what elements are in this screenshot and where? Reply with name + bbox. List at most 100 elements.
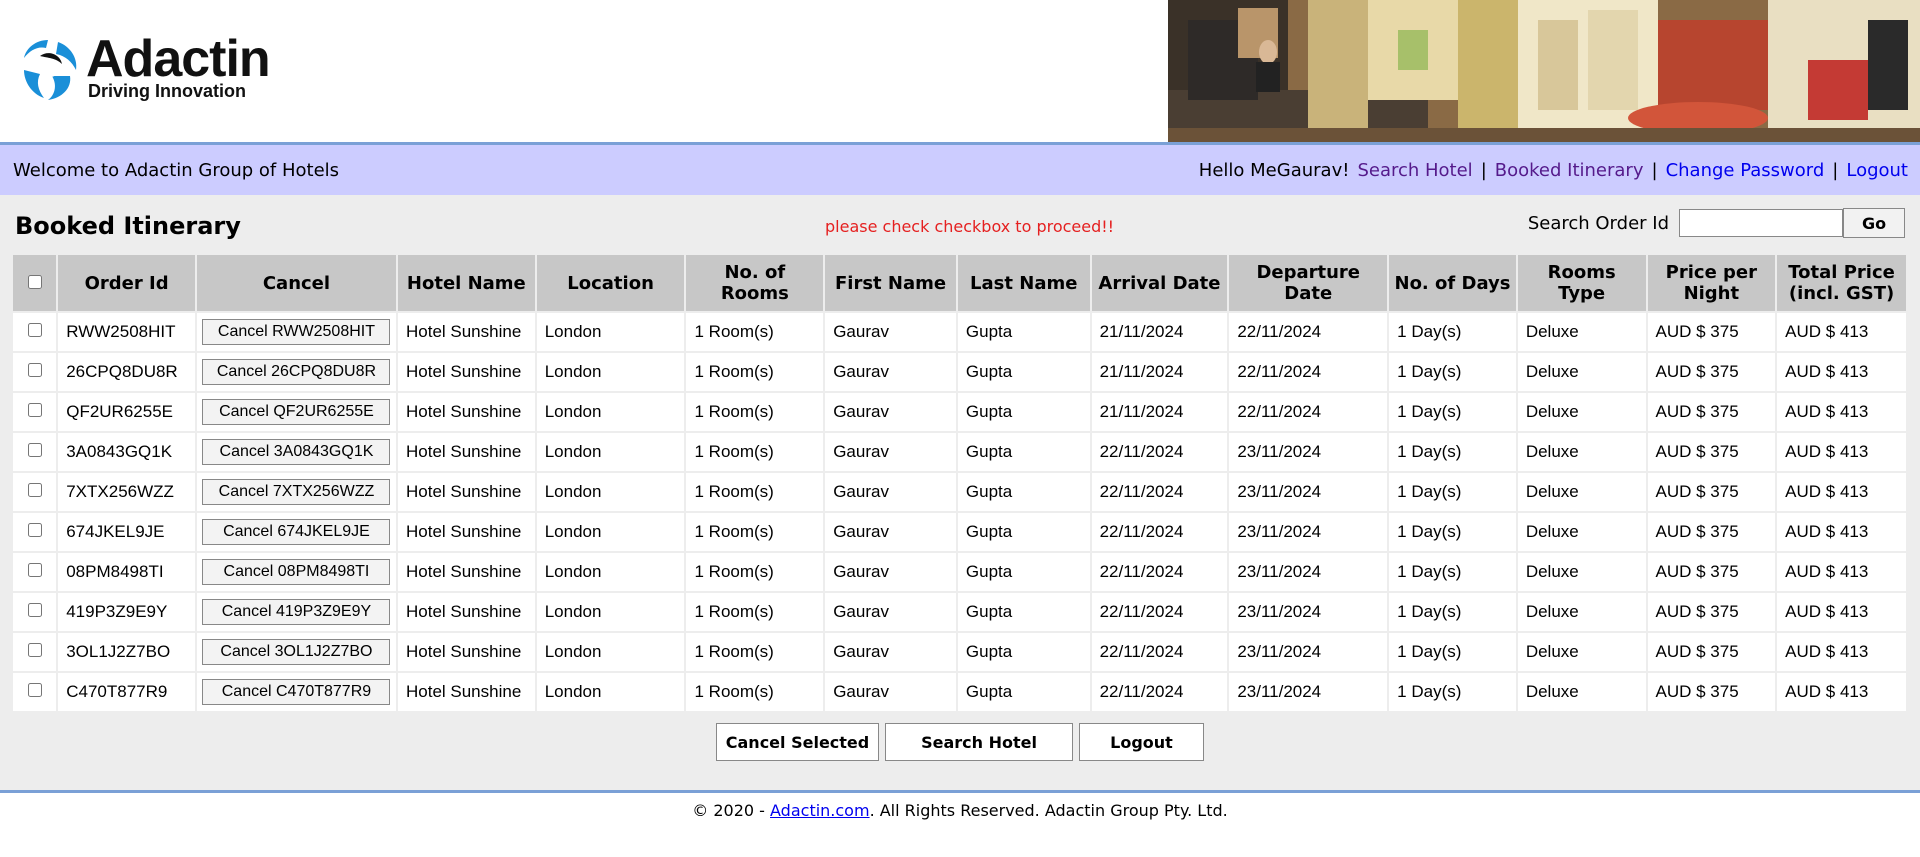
first-name-cell: Gaurav — [823, 311, 957, 352]
cancel-order-button[interactable]: Cancel C470T877R9 — [202, 679, 391, 705]
table-row: QF2UR6255E Cancel QF2UR6255E Hotel Sunshin… — [13, 391, 1906, 432]
row-select-checkbox[interactable] — [27, 603, 42, 617]
table-row: 26CPQ8DU8R Cancel 26CPQ8DU8R Hotel Sunshin… — [13, 351, 1906, 392]
rooms-cell: 1 Room(s) — [684, 471, 825, 512]
nav-link-change-password[interactable]: Change Password — [1666, 160, 1825, 181]
location-cell: London — [534, 551, 686, 592]
footer-adactin-link[interactable]: Adactin.com — [770, 801, 870, 820]
cancel-order-button[interactable]: Cancel 7XTX256WZZ — [202, 479, 391, 505]
cancel-cell: Cancel 26CPQ8DU8R — [194, 351, 397, 392]
price-per-night-cell: AUD $ 375 — [1645, 591, 1777, 632]
cancel-cell: Cancel C470T877R9 — [194, 671, 397, 711]
cancel-order-button[interactable]: Cancel 08PM8498TI — [202, 559, 391, 585]
days-cell: 1 Day(s) — [1387, 311, 1517, 352]
total-price-cell: AUD $ 413 — [1775, 471, 1906, 512]
cancel-order-button[interactable]: Cancel RWW2508HIT — [202, 319, 391, 345]
row-select-checkbox[interactable] — [27, 563, 42, 577]
column-header: First Name — [823, 255, 957, 312]
first-name-cell: Gaurav — [823, 591, 957, 632]
column-header: Arrival Date — [1089, 255, 1229, 312]
room-type-cell: Deluxe — [1515, 591, 1647, 632]
last-name-cell: Gupta — [955, 631, 1091, 672]
row-select-checkbox[interactable] — [27, 443, 42, 457]
room-type-cell: Deluxe — [1515, 511, 1647, 552]
nav-separator: | — [1480, 159, 1487, 181]
cancel-cell: Cancel 3OL1J2Z7BO — [194, 631, 397, 672]
price-per-night-cell: AUD $ 375 — [1645, 471, 1777, 512]
hello-user-text: Hello MeGaurav! — [1198, 159, 1350, 181]
order-id-search-input[interactable] — [1679, 209, 1843, 237]
room-type-cell: Deluxe — [1515, 631, 1647, 672]
price-per-night-cell: AUD $ 375 — [1645, 551, 1777, 592]
nav-link-logout[interactable]: Logout — [1846, 160, 1908, 181]
room-type-cell: Deluxe — [1515, 351, 1647, 392]
column-header: Total Price (incl. GST) — [1775, 255, 1906, 312]
total-price-cell: AUD $ 413 — [1775, 431, 1906, 472]
last-name-cell: Gupta — [955, 471, 1091, 512]
hotel-name-cell: Hotel Sunshine — [395, 471, 536, 512]
location-cell: London — [534, 471, 686, 512]
table-row: 674JKEL9JE Cancel 674JKEL9JE Hotel Sunshin… — [13, 511, 1906, 552]
error-message: please check checkbox to proceed!! — [825, 217, 1115, 236]
nav-bar: Welcome to Adactin Group of Hotels Hello… — [0, 145, 1920, 195]
arrival-date-cell: 22/11/2024 — [1089, 511, 1229, 552]
rooms-cell: 1 Room(s) — [684, 671, 825, 711]
location-cell: London — [534, 391, 686, 432]
column-header: Cancel — [194, 255, 397, 312]
last-name-cell: Gupta — [955, 591, 1091, 632]
row-select-checkbox[interactable] — [27, 523, 42, 537]
table-row: 419P3Z9E9Y Cancel 419P3Z9E9Y Hotel Sunshin… — [13, 591, 1906, 632]
row-select-cell — [13, 471, 58, 512]
column-header: Location — [534, 255, 686, 312]
table-row: 3A0843GQ1K Cancel 3A0843GQ1K Hotel Sunshin… — [13, 431, 1906, 472]
arrival-date-cell: 21/11/2024 — [1089, 351, 1229, 392]
cancel-order-button[interactable]: Cancel 3OL1J2Z7BO — [202, 639, 391, 665]
cancel-order-button[interactable]: Cancel QF2UR6255E — [202, 399, 391, 425]
cancel-cell: Cancel RWW2508HIT — [194, 311, 397, 352]
departure-date-cell: 23/11/2024 — [1227, 511, 1389, 552]
row-select-checkbox[interactable] — [27, 363, 42, 377]
row-select-checkbox[interactable] — [27, 323, 42, 337]
order-id-cell: QF2UR6255E — [56, 391, 196, 432]
hotel-name-cell: Hotel Sunshine — [395, 311, 536, 352]
cancel-order-button[interactable]: Cancel 419P3Z9E9Y — [202, 599, 391, 625]
row-select-checkbox[interactable] — [27, 643, 42, 657]
order-search: Search Order Id Go — [1528, 208, 1905, 238]
cancel-selected-button[interactable]: Cancel Selected — [716, 723, 879, 761]
hotel-name-cell: Hotel Sunshine — [395, 671, 536, 711]
cancel-order-button[interactable]: Cancel 26CPQ8DU8R — [202, 359, 391, 385]
price-per-night-cell: AUD $ 375 — [1645, 431, 1777, 472]
cancel-order-button[interactable]: Cancel 3A0843GQ1K — [202, 439, 391, 465]
row-select-checkbox[interactable] — [27, 483, 42, 497]
first-name-cell: Gaurav — [823, 671, 957, 711]
location-cell: London — [534, 671, 686, 711]
row-select-checkbox[interactable] — [27, 683, 42, 697]
nav-link-search-hotel[interactable]: Search Hotel — [1357, 160, 1472, 181]
go-button[interactable]: Go — [1843, 208, 1905, 238]
location-cell: London — [534, 431, 686, 472]
row-select-checkbox[interactable] — [27, 403, 42, 417]
logout-button[interactable]: Logout — [1079, 723, 1204, 761]
cancel-cell: Cancel QF2UR6255E — [194, 391, 397, 432]
total-price-cell: AUD $ 413 — [1775, 671, 1906, 711]
search-hotel-button[interactable]: Search Hotel — [885, 723, 1073, 761]
price-per-night-cell: AUD $ 375 — [1645, 391, 1777, 432]
price-per-night-cell: AUD $ 375 — [1645, 311, 1777, 352]
rooms-cell: 1 Room(s) — [684, 311, 825, 352]
select-all-header — [13, 255, 58, 312]
select-all-checkbox[interactable] — [27, 274, 42, 289]
days-cell: 1 Day(s) — [1387, 511, 1517, 552]
table-row: C470T877R9 Cancel C470T877R9 Hotel Sunshin… — [13, 671, 1906, 711]
main-content: Booked Itinerary please check checkbox t… — [0, 195, 1920, 790]
cancel-order-button[interactable]: Cancel 674JKEL9JE — [202, 519, 391, 545]
row-select-cell — [13, 351, 58, 392]
page-title: Booked Itinerary — [15, 212, 241, 240]
departure-date-cell: 22/11/2024 — [1227, 391, 1389, 432]
hotel-name-cell: Hotel Sunshine — [395, 511, 536, 552]
price-per-night-cell: AUD $ 375 — [1645, 351, 1777, 392]
row-select-cell — [13, 511, 58, 552]
days-cell: 1 Day(s) — [1387, 351, 1517, 392]
room-type-cell: Deluxe — [1515, 671, 1647, 711]
price-per-night-cell: AUD $ 375 — [1645, 671, 1777, 711]
nav-link-booked-itinerary[interactable]: Booked Itinerary — [1495, 160, 1644, 181]
